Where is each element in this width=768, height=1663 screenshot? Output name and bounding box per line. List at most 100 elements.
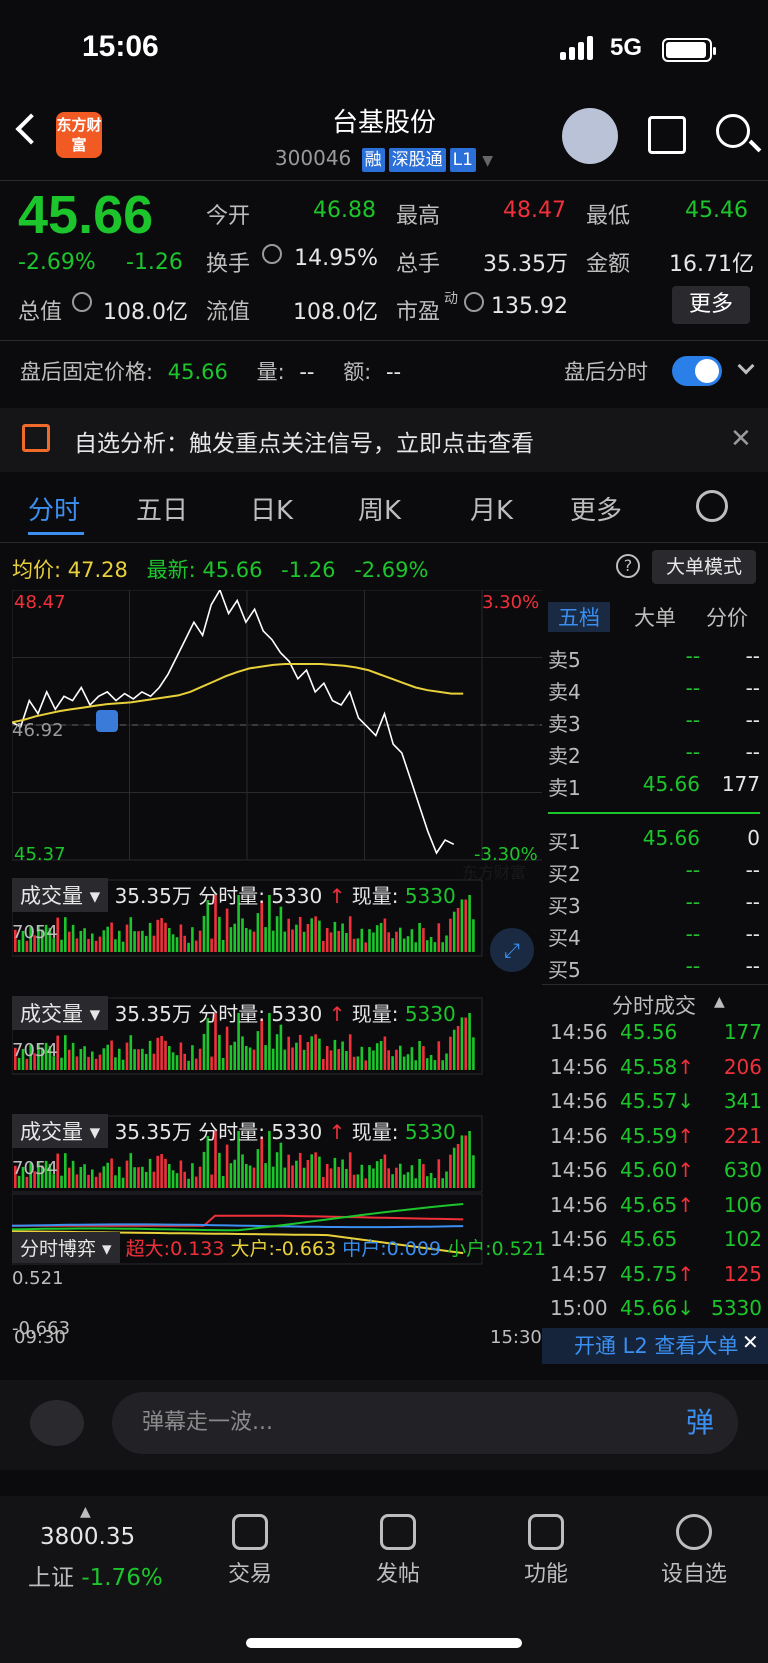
nav-post[interactable]: 发帖 — [348, 1514, 448, 1588]
index-row[interactable]: 上证 -1.76% — [28, 1558, 163, 1592]
nav-add-watchlist[interactable]: 设自选 — [644, 1514, 744, 1588]
expand-icon[interactable]: ⤢ — [490, 928, 534, 972]
average-line — [12, 663, 464, 724]
l2-upgrade-banner[interactable]: 开通 L2 查看大单 — [542, 1328, 768, 1364]
notice-text[interactable]: 自选分析：触发重点关注信号，立即点击查看 — [74, 424, 534, 458]
low-value: 45.46 — [685, 198, 748, 223]
tab-daily-k[interactable]: 日K — [250, 490, 293, 527]
trade-volume: 125 — [723, 1261, 762, 1286]
caret-down-icon[interactable]: ▼ — [482, 153, 493, 169]
volume-bar — [372, 932, 375, 952]
volume-bar — [110, 922, 113, 952]
tab-more[interactable]: 更多 — [570, 490, 622, 527]
volume-dropdown[interactable]: 成交量 ▾ — [12, 1114, 109, 1148]
bid-row[interactable]: 买2 -- -- — [548, 858, 760, 888]
nav-functions[interactable]: 功能 — [496, 1514, 596, 1588]
afterhours-label: 盘后固定价格: — [20, 360, 154, 384]
tab-big-orders[interactable]: 大单 — [634, 602, 676, 632]
series-name: 中户 — [342, 1238, 381, 1260]
bid-row[interactable]: 买1 45.66 0 — [548, 826, 760, 856]
tag-level[interactable]: L1 — [449, 148, 476, 172]
share-icon[interactable] — [648, 116, 686, 154]
volume-bar — [137, 1167, 140, 1188]
volume-bar — [410, 1165, 414, 1188]
robot-assistant-icon[interactable] — [562, 108, 618, 164]
chevron-down-icon[interactable] — [737, 357, 755, 375]
volume-bar — [64, 1035, 67, 1070]
volume-bar — [337, 1167, 340, 1188]
volume-bar — [141, 930, 144, 952]
tab-5day[interactable]: 五日 — [136, 490, 188, 527]
gear-icon[interactable] — [696, 490, 728, 522]
volume-bar — [449, 918, 452, 952]
ask-label: 卖2 — [548, 744, 581, 768]
volume-bar — [164, 922, 167, 952]
volume-bar — [245, 928, 248, 952]
tab-price-dist[interactable]: 分价 — [706, 602, 748, 632]
speaker-icon — [22, 424, 50, 452]
volume-dropdown[interactable]: 成交量 ▾ — [12, 996, 109, 1030]
big-order-mode-button[interactable]: 大单模式 — [652, 550, 756, 584]
volume-bar — [110, 1158, 113, 1188]
danmu-button[interactable]: 弹 — [670, 1400, 730, 1446]
trade-price: 45.66 — [620, 1296, 678, 1320]
volume-dropdown[interactable]: 成交量 ▾ — [12, 878, 109, 912]
y-min-label: 45.37 — [14, 844, 66, 865]
comment-icon[interactable] — [30, 1400, 84, 1446]
help-icon[interactable]: ? — [616, 554, 640, 578]
volume-bar — [252, 931, 256, 952]
ask-row[interactable]: 卖2 -- -- — [548, 740, 760, 770]
volume-bar — [121, 1059, 125, 1070]
bid-row[interactable]: 买5 -- -- — [548, 954, 760, 984]
volume-bar — [429, 1055, 433, 1070]
trade-price-cell: 45.58↑ — [620, 1055, 694, 1079]
volume-bar — [345, 1169, 348, 1188]
volume-bar — [410, 929, 414, 952]
ask-row[interactable]: 卖3 -- -- — [548, 708, 760, 738]
search-icon[interactable] — [716, 114, 750, 148]
comment-input[interactable]: 弹幕走一波... — [112, 1392, 738, 1454]
volume-bar — [168, 928, 171, 952]
now-vol: 5330 — [404, 1002, 456, 1026]
tab-weekly-k[interactable]: 周K — [358, 490, 401, 527]
volume-bar — [348, 1034, 352, 1070]
ask-row[interactable]: 卖1 45.66 177 — [548, 772, 760, 802]
afterhours-toggle[interactable] — [672, 356, 722, 386]
info-icon[interactable] — [262, 244, 282, 264]
now-vol: 5330 — [404, 884, 456, 908]
volume-bar — [391, 1056, 394, 1070]
caret-up-icon[interactable]: ▲ — [714, 994, 725, 1010]
volume-bar — [310, 1036, 313, 1070]
volume-bar — [129, 917, 133, 952]
trades-title[interactable]: 分时成交 — [612, 990, 696, 1020]
nav-trade[interactable]: 交易 — [200, 1514, 300, 1588]
index-value[interactable]: 3800.35 — [40, 1524, 135, 1550]
bid-row[interactable]: 买3 -- -- — [548, 890, 760, 920]
close-icon[interactable]: ✕ — [742, 1330, 759, 1354]
volume-bar — [264, 927, 267, 952]
close-icon[interactable]: ✕ — [730, 424, 752, 454]
tab-monthly-k[interactable]: 月K — [470, 490, 513, 527]
trade-time: 14:56 — [550, 1227, 608, 1251]
tab-five-levels[interactable]: 五档 — [548, 602, 610, 632]
afterhours-amt: -- — [385, 360, 402, 384]
sell-marker[interactable] — [96, 710, 118, 732]
ask-row[interactable]: 卖5 -- -- — [548, 644, 760, 674]
volume-bar — [472, 919, 475, 952]
volume-bar — [279, 906, 283, 952]
tab-intraday[interactable]: 分时 — [28, 490, 80, 527]
game-dropdown[interactable]: 分时博弈 ▾ — [12, 1232, 120, 1263]
trade-row: 14:56 45.58↑ 206 — [550, 1055, 762, 1087]
caret-up-icon[interactable]: ▲ — [80, 1504, 91, 1520]
bid-row[interactable]: 买4 -- -- — [548, 922, 760, 952]
volume-bar — [410, 1047, 414, 1070]
info-icon[interactable] — [464, 292, 484, 312]
volume-bar — [352, 938, 356, 952]
info-icon[interactable] — [72, 292, 92, 312]
volume-bar — [425, 940, 429, 952]
volume-bar — [75, 938, 79, 952]
ask-row[interactable]: 卖4 -- -- — [548, 676, 760, 706]
volume-bar — [144, 1053, 148, 1070]
volume-bar — [245, 1164, 248, 1188]
more-button[interactable]: 更多 — [672, 286, 750, 324]
